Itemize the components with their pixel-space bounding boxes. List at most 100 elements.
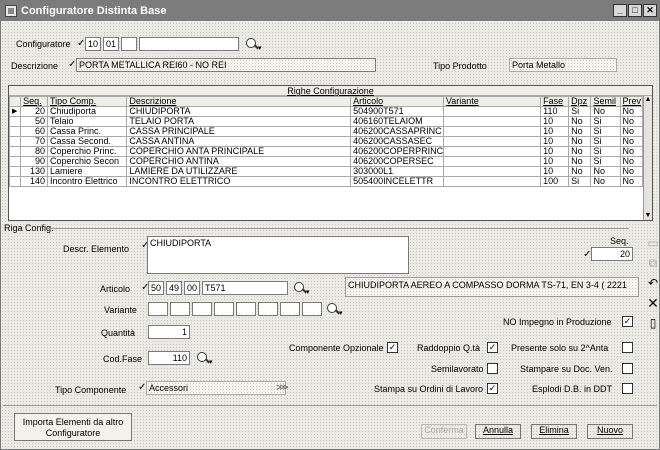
cell-seq[interactable]: 80 — [20, 146, 48, 157]
cell-prev[interactable]: No — [619, 156, 644, 167]
delete-icon[interactable]: ✕ — [647, 296, 659, 310]
scroll-up-icon[interactable]: ▲ — [644, 96, 652, 104]
cell-semil[interactable]: No — [590, 176, 621, 187]
semilavorato-checkbox[interactable] — [487, 363, 498, 374]
column-header-seq[interactable]: Seq. — [20, 96, 48, 107]
cell-prev[interactable]: No — [619, 146, 644, 157]
cell-articolo[interactable]: 406200CASSAPRINC — [350, 126, 444, 137]
nuovo-button[interactable]: Nuovo — [587, 424, 633, 439]
cell-articolo[interactable]: 406200COPERSEC — [350, 156, 444, 167]
quantita-field[interactable]: 1 — [148, 325, 190, 339]
table-row[interactable]: 130 Lamiere LAMIERE DA UTILIZZARE 303000L1 1… — [8, 166, 644, 177]
grid-scrollbar[interactable]: ▲ ▼ — [643, 96, 652, 220]
table-row[interactable]: 80 Coperchio Princ. COPERCHIO ANTA PRINCIP… — [8, 146, 644, 157]
minimize-button[interactable]: _ — [613, 4, 627, 17]
column-header-variante[interactable]: Variante — [442, 96, 542, 107]
cell-semil[interactable]: No — [590, 106, 621, 117]
cell-fase[interactable]: 110 — [540, 106, 570, 117]
row-selector[interactable] — [8, 176, 22, 187]
cell-variante[interactable] — [442, 136, 542, 147]
articolo-code-2[interactable]: 49 — [166, 281, 182, 295]
presente-checkbox[interactable] — [622, 342, 633, 353]
tipo-prodotto-field[interactable]: Porta Metallo — [509, 58, 617, 72]
cell-tipo[interactable]: Incontro Elettrico — [46, 176, 128, 187]
cell-semil[interactable]: Si — [590, 126, 621, 137]
cell-fase[interactable]: 10 — [540, 136, 570, 147]
righe-configurazione-grid[interactable]: Righe Configurazione Seq. Tipo Comp. Des… — [8, 85, 653, 221]
cell-tipo[interactable]: Telaio — [46, 116, 128, 127]
cell-variante[interactable] — [442, 176, 542, 187]
maximize-button[interactable]: □ — [628, 4, 642, 17]
configuratore-code-2[interactable]: 01 — [103, 37, 119, 51]
cell-descrizione[interactable]: TELAIO PORTA — [126, 116, 352, 127]
importa-elementi-button[interactable]: Importa Elementi da altro Configuratore — [14, 413, 132, 441]
descrizione-field[interactable]: PORTA METALLICA REI60 - NO REI — [76, 58, 376, 72]
cell-seq[interactable]: 60 — [20, 126, 48, 137]
descr-elemento-field[interactable]: CHIUDIPORTA — [147, 236, 409, 274]
cell-fase[interactable]: 10 — [540, 116, 570, 127]
cell-dpz[interactable]: No — [568, 166, 592, 177]
search-icon[interactable]: ▾ — [245, 37, 262, 52]
search-icon[interactable]: ▾ — [196, 351, 213, 366]
cell-tipo[interactable]: Lamiere — [46, 166, 128, 177]
variante-code-3[interactable] — [192, 302, 212, 316]
cell-prev[interactable]: No — [619, 106, 644, 117]
cell-seq[interactable]: 130 — [20, 166, 48, 177]
componente-opzionale-checkbox[interactable]: ✓ — [387, 342, 398, 353]
cell-tipo[interactable]: Cassa Second. — [46, 136, 128, 147]
cell-seq[interactable]: 20 — [20, 106, 48, 117]
cell-descrizione[interactable]: CASSA ANTINA — [126, 136, 352, 147]
dropdown-arrow-icon[interactable]: ⋙ — [276, 382, 289, 393]
column-header-descrizione[interactable]: Descrizione — [126, 96, 352, 107]
cell-fase[interactable]: 10 — [540, 166, 570, 177]
cell-descrizione[interactable]: COPERCHIO ANTA PRINCIPALE — [126, 146, 352, 157]
cell-dpz[interactable]: No — [568, 146, 592, 157]
cell-variante[interactable] — [442, 106, 542, 117]
cell-articolo[interactable]: 303000L1 — [350, 166, 444, 177]
cell-articolo[interactable]: 406160TELAIOM — [350, 116, 444, 127]
cell-prev[interactable]: No — [619, 176, 644, 187]
row-selector[interactable] — [8, 156, 22, 167]
table-row[interactable]: 140 Incontro Elettrico INCONTRO ELETTRICO 5… — [8, 176, 644, 187]
cell-variante[interactable] — [442, 146, 542, 157]
cell-fase[interactable]: 10 — [540, 156, 570, 167]
cell-semil[interactable]: No — [590, 166, 621, 177]
column-header-tipo[interactable]: Tipo Comp. — [46, 96, 128, 107]
cell-dpz[interactable]: Si — [568, 106, 592, 117]
cell-articolo[interactable]: 406200CASSASEC — [350, 136, 444, 147]
row-selector[interactable] — [8, 136, 22, 147]
variante-code-5[interactable] — [236, 302, 256, 316]
search-icon[interactable]: ▾ — [326, 302, 343, 317]
configuratore-code-1[interactable]: 10 — [85, 37, 101, 51]
cell-seq[interactable]: 140 — [20, 176, 48, 187]
cell-prev[interactable]: No — [619, 116, 644, 127]
articolo-code-4[interactable]: T571 — [202, 281, 288, 295]
variante-code-6[interactable] — [258, 302, 278, 316]
cell-variante[interactable] — [442, 156, 542, 167]
no-impegno-checkbox[interactable]: ✓ — [622, 316, 633, 327]
conferma-button[interactable]: Conferma — [421, 424, 467, 439]
cell-descrizione[interactable]: INCONTRO ELETTRICO — [126, 176, 352, 187]
cell-semil[interactable]: Si — [590, 146, 621, 157]
stampare-doc-checkbox[interactable] — [622, 363, 633, 374]
cell-articolo[interactable]: 505400INCELETTR — [350, 176, 444, 187]
cell-prev[interactable]: No — [619, 126, 644, 137]
cell-semil[interactable]: Si — [590, 136, 621, 147]
cell-prev[interactable]: No — [619, 136, 644, 147]
raddoppio-checkbox[interactable]: ✓ — [487, 342, 498, 353]
configuratore-code-3[interactable] — [121, 37, 137, 51]
variante-code-2[interactable] — [170, 302, 190, 316]
cell-descrizione[interactable]: CHIUDIPORTA — [126, 106, 352, 117]
table-row[interactable]: 70 Cassa Second. CASSA ANTINA 406200CASSASE… — [8, 136, 644, 147]
articolo-code-3[interactable]: 00 — [184, 281, 200, 295]
variante-code-4[interactable] — [214, 302, 234, 316]
cell-tipo[interactable]: Coperchio Secon — [46, 156, 128, 167]
cell-dpz[interactable]: No — [568, 156, 592, 167]
cell-seq[interactable]: 90 — [20, 156, 48, 167]
cell-fase[interactable]: 10 — [540, 126, 570, 137]
column-header-dpz[interactable]: Dpz — [568, 96, 592, 107]
table-row[interactable]: 90 Coperchio Secon COPERCHIO ANTINA 406200C… — [8, 156, 644, 167]
copy-icon[interactable]: ⧉ — [647, 257, 659, 269]
cell-tipo[interactable]: Chiudiporta — [46, 106, 128, 117]
annulla-button[interactable]: Annulla — [475, 424, 521, 439]
